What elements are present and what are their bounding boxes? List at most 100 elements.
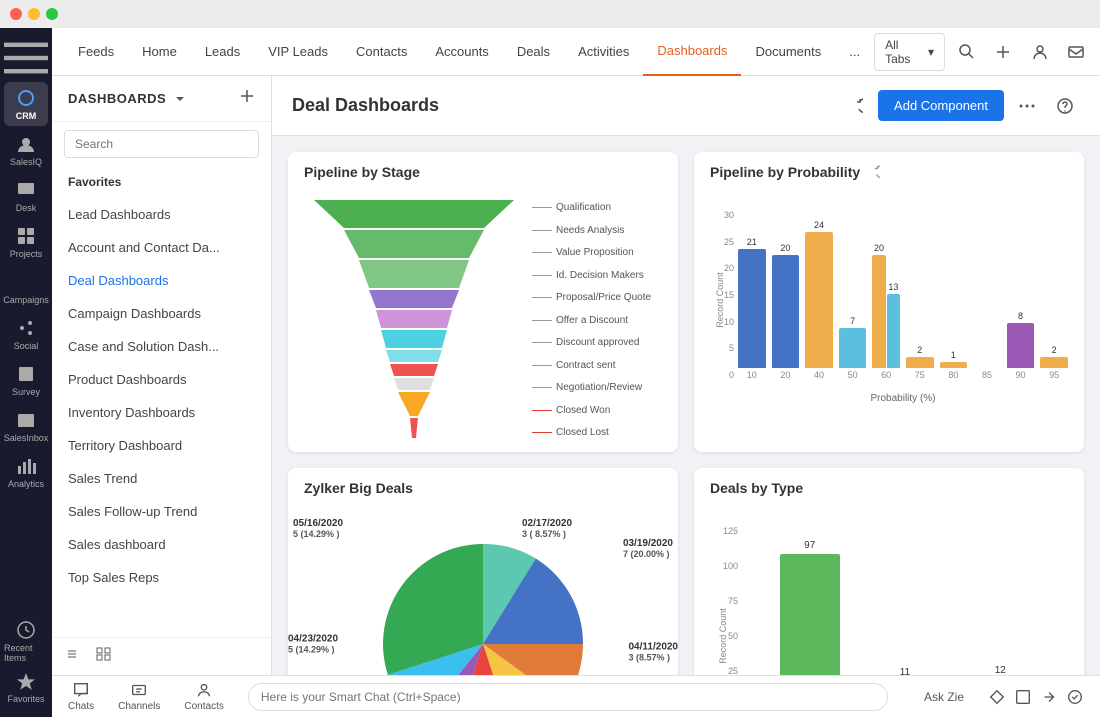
main-header: Deal Dashboards Add Component bbox=[272, 76, 1100, 136]
funnel-label-needs-analysis: Needs Analysis bbox=[532, 225, 651, 236]
nav-deals[interactable]: Deals bbox=[503, 28, 564, 76]
help-button[interactable] bbox=[1050, 91, 1080, 121]
profile-button[interactable] bbox=[1026, 37, 1054, 67]
sidebar-item-top-sales-reps[interactable]: Top Sales Reps bbox=[52, 561, 271, 594]
bottom-icon-1[interactable] bbox=[988, 688, 1006, 706]
list-view-button[interactable] bbox=[96, 646, 112, 667]
funnel-label-value-prop: Value Proposition bbox=[532, 247, 651, 258]
ask-zie-button[interactable]: Ask Zie bbox=[924, 690, 964, 704]
smart-chat-area bbox=[248, 683, 888, 711]
bottom-tab-contacts[interactable]: Contacts bbox=[184, 681, 223, 712]
pipeline-by-probability-header: Pipeline by Probability bbox=[694, 152, 1084, 192]
nav-contacts[interactable]: Contacts bbox=[342, 28, 421, 76]
left-panel-header: DASHBOARDS bbox=[52, 76, 271, 122]
minimize-button[interactable] bbox=[28, 8, 40, 20]
dashboard-grid: Pipeline by Stage bbox=[272, 136, 1100, 675]
bottom-icon-3[interactable] bbox=[1040, 688, 1058, 706]
sidebar-item-survey[interactable]: Survey bbox=[4, 358, 48, 402]
dashboards-title: DASHBOARDS bbox=[68, 91, 166, 106]
search-input[interactable] bbox=[64, 130, 259, 158]
add-button[interactable] bbox=[989, 37, 1017, 67]
bar-group-95: 2 95 bbox=[1040, 345, 1068, 380]
left-panel: DASHBOARDS Favorites Lead Dashboards Acc… bbox=[52, 76, 272, 675]
pie-label-04112020: 04/11/2020 3 (8.57% ) bbox=[629, 642, 679, 663]
sidebar-item-account-contact[interactable]: Account and Contact Da... bbox=[52, 231, 271, 264]
sidebar-item-sales-dashboard[interactable]: Sales dashboard bbox=[52, 528, 271, 561]
nav-more[interactable]: ... bbox=[835, 28, 874, 76]
nav-accounts[interactable]: Accounts bbox=[421, 28, 502, 76]
y-axis-label: Record Count bbox=[715, 272, 725, 328]
maximize-button[interactable] bbox=[46, 8, 58, 20]
sidebar-item-analytics[interactable]: Analytics bbox=[4, 450, 48, 494]
sidebar-item-salesinbox[interactable]: SalesInbox bbox=[4, 404, 48, 448]
search-button[interactable] bbox=[953, 37, 981, 67]
dashboard-area: DASHBOARDS Favorites Lead Dashboards Acc… bbox=[52, 76, 1100, 675]
bar-group-90: 8 90 bbox=[1007, 311, 1035, 380]
content-area: Feeds Home Leads VIP Leads Contacts Acco… bbox=[52, 28, 1100, 717]
sidebar-item-social[interactable]: Social bbox=[4, 312, 48, 356]
mail-button[interactable] bbox=[1062, 37, 1090, 67]
zylker-big-deals-body: 02/17/2020 3 ( 8.57% ) 03/19/2020 7 (20.… bbox=[288, 508, 678, 675]
pie-label-03192020: 03/19/2020 7 (20.00% ) bbox=[623, 538, 673, 559]
more-options-button[interactable] bbox=[1012, 91, 1042, 121]
add-component-button[interactable]: Add Component bbox=[878, 90, 1004, 121]
funnel-label-negotiation: Negotiation/Review bbox=[532, 382, 651, 393]
sidebar-item-case-solution[interactable]: Case and Solution Dash... bbox=[52, 330, 271, 363]
sidebar-item-lead-dashboards[interactable]: Lead Dashboards bbox=[52, 198, 271, 231]
sidebar-item-deal-dashboards[interactable]: Deal Dashboards bbox=[52, 264, 271, 297]
zylker-big-deals-header: Zylker Big Deals bbox=[288, 468, 678, 508]
sidebar-item-crm[interactable]: CRM bbox=[4, 82, 48, 126]
bottom-icon-2[interactable] bbox=[1014, 688, 1032, 706]
refresh-button[interactable] bbox=[840, 91, 870, 121]
hamburger-menu[interactable] bbox=[4, 36, 48, 80]
nav-leads[interactable]: Leads bbox=[191, 28, 254, 76]
bar-group-60: 20 13 60 bbox=[872, 243, 900, 380]
sidebar-item-salesiq[interactable]: SalesIQ bbox=[4, 128, 48, 172]
pipeline-by-probability-card: Pipeline by Probability 30 25 20 15 bbox=[694, 152, 1084, 452]
bar-group-50: 7 50 bbox=[839, 316, 867, 380]
sidebar-item-territory-dashboard[interactable]: Territory Dashboard bbox=[52, 429, 271, 462]
nav-vip-leads[interactable]: VIP Leads bbox=[254, 28, 342, 76]
funnel-label-discount-approved: Discount approved bbox=[532, 337, 651, 348]
y-axis-label-type: Record Count bbox=[718, 608, 728, 664]
sidebar-item-projects[interactable]: Projects bbox=[4, 220, 48, 264]
refresh-icon bbox=[866, 165, 880, 179]
bottom-tab-chats[interactable]: Chats bbox=[68, 681, 94, 712]
collapse-button[interactable] bbox=[64, 646, 80, 667]
bottom-tab-channels[interactable]: Channels bbox=[118, 681, 160, 712]
close-button[interactable] bbox=[10, 8, 22, 20]
nav-activities[interactable]: Activities bbox=[564, 28, 643, 76]
nav-actions: All Tabs ▾ bbox=[874, 33, 1100, 71]
sidebar-item-product-dashboards[interactable]: Product Dashboards bbox=[52, 363, 271, 396]
main-actions: Add Component bbox=[840, 90, 1080, 121]
main-content: Deal Dashboards Add Component bbox=[272, 76, 1100, 675]
sidebar-item-inventory-dashboards[interactable]: Inventory Dashboards bbox=[52, 396, 271, 429]
sidebar-item-campaign-dashboards[interactable]: Campaign Dashboards bbox=[52, 297, 271, 330]
bottom-icon-4[interactable] bbox=[1066, 688, 1084, 706]
funnel-label-qualification: Qualification bbox=[532, 202, 651, 213]
nav-dashboards[interactable]: Dashboards bbox=[643, 28, 741, 76]
funnel-label-closed-lost: Closed Lost bbox=[532, 427, 651, 438]
sidebar-item-campaigns[interactable]: Campaigns bbox=[4, 266, 48, 310]
sidebar-item-sales-followup[interactable]: Sales Follow-up Trend bbox=[52, 495, 271, 528]
app: CRM SalesIQ Desk Projects Campaigns Soci… bbox=[0, 28, 1100, 717]
sidebar-item-sales-trend[interactable]: Sales Trend bbox=[52, 462, 271, 495]
bar-group-20: 20 20 bbox=[772, 243, 800, 380]
add-dashboard-button[interactable] bbox=[239, 88, 255, 109]
smart-chat-input[interactable] bbox=[248, 683, 888, 711]
sidebar-favorites-header[interactable]: Favorites bbox=[52, 166, 271, 198]
bar-existing-business: 11 Existing Business bbox=[870, 667, 941, 675]
bar-group-80: 1 80 bbox=[940, 350, 968, 380]
sidebar-item-recent[interactable]: Recent Items bbox=[4, 619, 48, 663]
funnel-chart bbox=[304, 200, 524, 440]
all-tabs-button[interactable]: All Tabs ▾ bbox=[874, 33, 945, 71]
sidebar-item-desk[interactable]: Desk bbox=[4, 174, 48, 218]
nav-home[interactable]: Home bbox=[128, 28, 191, 76]
deals-by-type-card: Deals by Type 125 100 75 50 25 bbox=[694, 468, 1084, 675]
sidebar-item-favorites[interactable]: Favorites bbox=[4, 665, 48, 709]
nav-feeds[interactable]: Feeds bbox=[64, 28, 128, 76]
pipeline-by-stage-header: Pipeline by Stage bbox=[288, 152, 678, 192]
bar-group-10: 21 10 bbox=[738, 237, 766, 380]
nav-documents[interactable]: Documents bbox=[741, 28, 835, 76]
bar-qualified: 97 Qualified bbox=[780, 540, 840, 675]
